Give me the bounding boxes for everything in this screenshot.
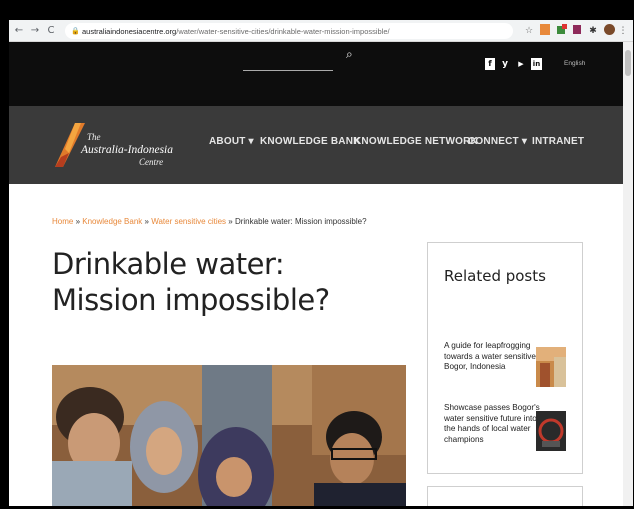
logo-text: Australia-Indonesia — [81, 144, 173, 156]
extension-icon[interactable] — [571, 24, 583, 38]
breadcrumb-separator: » — [73, 217, 83, 226]
extension-icon[interactable] — [555, 24, 567, 38]
url-text: australiaindonesiacentre.org/water/water… — [82, 27, 390, 36]
menu-dots-icon[interactable]: ⋮ — [617, 24, 629, 38]
article-photo — [52, 365, 406, 506]
page-title: Drinkable water: Mission impossible? — [52, 247, 330, 317]
back-icon[interactable]: ← — [13, 24, 25, 38]
nav-item-intranet[interactable]: INTRANET — [532, 136, 584, 147]
related-post-thumbnail[interactable] — [536, 347, 566, 387]
puzzle-icon[interactable]: ✱ — [587, 24, 599, 38]
nav-item-knowledge-bank[interactable]: KNOWLEDGE BANK — [260, 136, 361, 147]
linkedin-icon[interactable]: in — [531, 58, 542, 70]
scrollbar-thumb[interactable] — [625, 50, 631, 76]
related-posts-heading: Related posts — [444, 267, 546, 285]
browser-toolbar: ← → C 🔒 australiaindonesiacentre.org/wat… — [9, 20, 633, 42]
logo-text: Centre — [139, 157, 164, 167]
url-path: /water/water-sensitive-cities/drinkable-… — [176, 26, 390, 36]
breadcrumb-separator: » — [142, 217, 152, 226]
nav-item-knowledge-network[interactable]: KNOWLEDGE NETWORK — [354, 136, 478, 147]
youtube-icon[interactable]: ▶ — [515, 58, 527, 70]
photo-illustration — [52, 365, 406, 506]
avatar[interactable] — [603, 24, 615, 38]
site-topbar — [9, 42, 623, 106]
nav-item-about[interactable]: ABOUT ▾ — [209, 136, 254, 147]
url-domain: australiaindonesiacentre.org — [82, 26, 177, 36]
language-link[interactable]: English — [564, 60, 585, 67]
breadcrumb-separator: » — [226, 217, 235, 226]
nav-item-connect[interactable]: CONNECT ▾ — [468, 136, 527, 147]
twitter-icon[interactable]: y — [500, 58, 510, 70]
browser-window: ← → C 🔒 australiaindonesiacentre.org/wat… — [9, 20, 633, 506]
search-input[interactable] — [243, 70, 333, 71]
facebook-icon[interactable]: f — [485, 58, 495, 70]
logo-text: The — [87, 132, 101, 142]
extension-icon[interactable] — [539, 24, 551, 38]
related-post-thumbnail[interactable] — [536, 411, 566, 451]
bookmark-star-icon[interactable]: ☆ — [523, 24, 535, 38]
related-post-link[interactable]: Showcase passes Bogor's water sensitive … — [444, 403, 540, 445]
address-bar[interactable]: 🔒 australiaindonesiacentre.org/water/wat… — [65, 23, 513, 39]
sidebar-widget — [427, 486, 583, 506]
breadcrumb-knowledge-bank[interactable]: Knowledge Bank — [82, 217, 142, 226]
lock-icon: 🔒 — [71, 27, 80, 35]
scrollbar[interactable] — [623, 42, 633, 506]
breadcrumb-current: Drinkable water: Mission impossible? — [234, 217, 367, 226]
related-post-link[interactable]: A guide for leapfrogging towards a water… — [444, 341, 540, 373]
forward-icon[interactable]: → — [29, 24, 41, 38]
reload-icon[interactable]: C — [45, 24, 57, 38]
breadcrumb-home[interactable]: Home — [52, 217, 73, 226]
search-icon[interactable]: ⌕ — [346, 47, 358, 61]
breadcrumb: Home » Knowledge Bank » Water sensitive … — [52, 217, 367, 226]
breadcrumb-water[interactable]: Water sensitive cities — [151, 217, 226, 226]
related-posts-widget: Related posts A guide for leapfrogging t… — [427, 242, 583, 474]
